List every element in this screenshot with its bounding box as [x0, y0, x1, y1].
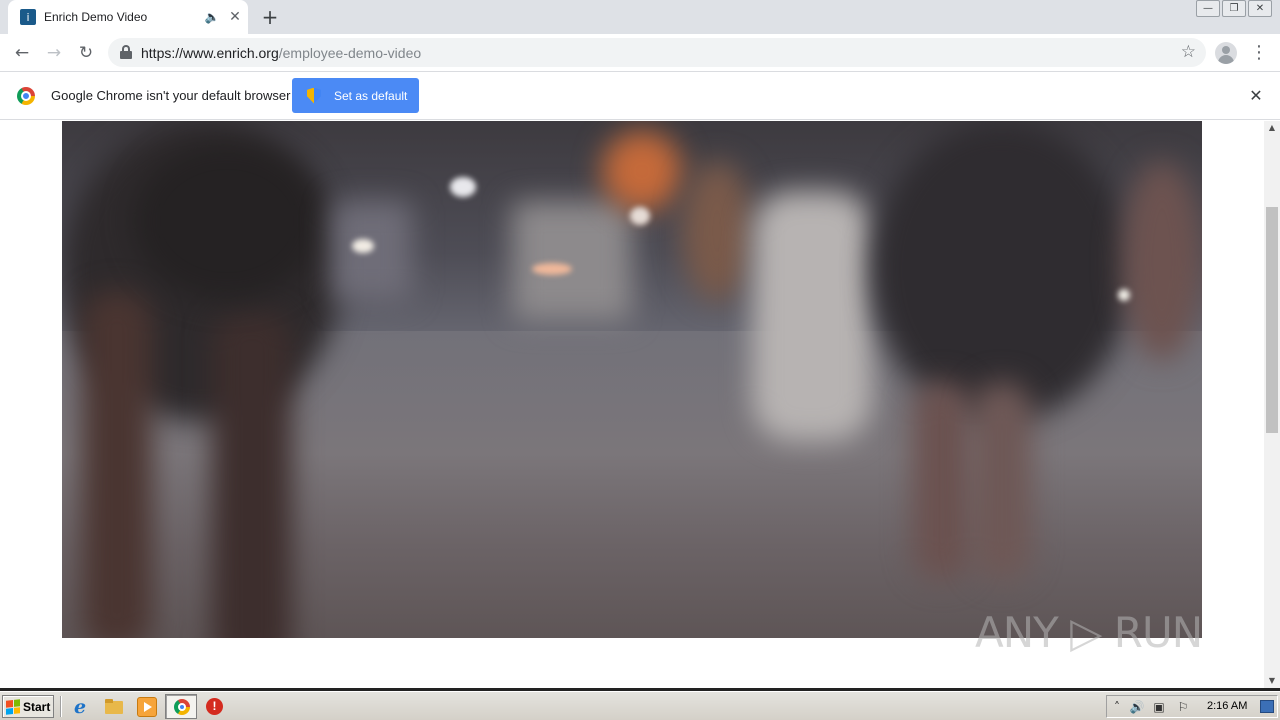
- uac-shield-icon: [307, 88, 321, 104]
- browser-toolbar: ← → ↻ https://www.enrich.org/employee-de…: [0, 34, 1280, 72]
- video-light: [450, 177, 476, 197]
- url-path: /employee-demo-video: [278, 45, 422, 61]
- tab-title: Enrich Demo Video: [44, 10, 148, 24]
- video-light: [1118, 289, 1130, 301]
- video-light: [352, 239, 374, 253]
- chrome-taskbar-button[interactable]: [165, 694, 197, 719]
- windows-logo-icon: [6, 698, 20, 715]
- tab-close-icon[interactable]: ✕: [226, 8, 244, 26]
- video-light: [630, 207, 650, 225]
- set-as-default-button[interactable]: Set as default: [292, 78, 419, 113]
- video-person: [682, 161, 752, 301]
- window-controls: — ❐ ✕: [1196, 0, 1272, 20]
- url-host: https://www.enrich.org: [141, 45, 279, 61]
- video-light: [532, 263, 572, 275]
- start-label: Start: [23, 699, 51, 714]
- video-figure: [132, 141, 322, 301]
- speaker-icon[interactable]: 🔈: [204, 9, 220, 25]
- video-car: [512, 201, 632, 321]
- back-button[interactable]: ←: [9, 40, 35, 66]
- browser-tab[interactable]: i Enrich Demo Video 🔈 ✕: [8, 0, 248, 34]
- taskbar-clock[interactable]: 2:16 AM: [1207, 700, 1247, 712]
- profile-avatar-icon[interactable]: [1215, 42, 1237, 64]
- scroll-down-arrow-icon[interactable]: ▼: [1264, 674, 1280, 688]
- tab-strip: i Enrich Demo Video 🔈 ✕ + — ❐ ✕: [0, 0, 1280, 34]
- show-desktop-icon[interactable]: [1260, 700, 1274, 713]
- lock-icon[interactable]: [120, 45, 132, 59]
- reload-button[interactable]: ↻: [73, 40, 99, 66]
- infobar-message: Google Chrome isn't your default browser: [51, 88, 291, 103]
- video-player[interactable]: [62, 121, 1202, 638]
- forward-button[interactable]: →: [41, 40, 67, 66]
- internet-explorer-icon[interactable]: e: [70, 697, 90, 717]
- flag-icon[interactable]: ⚐: [1175, 699, 1191, 715]
- anyrun-watermark: ANY ▷ RUN: [975, 608, 1203, 657]
- screen: { "browser": { "tab": { "title": "Enrich…: [0, 0, 1280, 720]
- video-figure: [912, 381, 972, 581]
- minimize-button[interactable]: —: [1196, 0, 1220, 17]
- url-text[interactable]: https://www.enrich.org/employee-demo-vid…: [141, 45, 421, 61]
- address-bar[interactable]: https://www.enrich.org/employee-demo-vid…: [108, 38, 1206, 67]
- network-icon[interactable]: ▣: [1151, 699, 1167, 715]
- restore-button[interactable]: ❐: [1222, 0, 1246, 17]
- bookmark-star-icon[interactable]: ☆: [1181, 42, 1196, 62]
- video-figure: [972, 381, 1032, 581]
- video-figure: [212, 311, 292, 638]
- taskbar-separator: [60, 696, 62, 717]
- enrich-favicon-icon: i: [20, 9, 36, 25]
- chevron-up-icon[interactable]: ˄: [1109, 699, 1125, 715]
- start-button[interactable]: Start: [2, 695, 54, 718]
- chrome-menu-icon[interactable]: ⋮: [1250, 40, 1268, 66]
- folder-icon[interactable]: [104, 697, 124, 717]
- new-tab-button[interactable]: +: [258, 5, 282, 29]
- infobar-close-icon[interactable]: ✕: [1246, 84, 1266, 108]
- system-tray: ˄ 🔊 ▣ ⚐ 2:16 AM: [1106, 695, 1278, 718]
- video-figure: [872, 121, 1132, 421]
- video-person: [602, 131, 682, 211]
- chrome-icon: [174, 699, 190, 715]
- stop-icon[interactable]: !: [206, 698, 223, 715]
- scroll-up-arrow-icon[interactable]: ▲: [1264, 121, 1280, 135]
- page-scrollbar[interactable]: ▲ ▼: [1264, 121, 1280, 688]
- video-bag: [752, 191, 872, 441]
- video-figure: [82, 291, 152, 638]
- windows-taskbar: Start e ! ˄ 🔊 ▣ ⚐ 2:16 AM: [0, 691, 1280, 720]
- chrome-logo-icon: [17, 87, 35, 105]
- volume-icon[interactable]: 🔊: [1129, 699, 1145, 715]
- set-as-default-label: Set as default: [334, 88, 408, 103]
- video-car: [332, 201, 412, 301]
- page-content: ANY ▷ RUN: [0, 121, 1264, 688]
- default-browser-infobar: Google Chrome isn't your default browser…: [0, 72, 1280, 120]
- video-figure: [1122, 161, 1202, 361]
- media-player-icon[interactable]: [137, 697, 157, 717]
- scroll-thumb[interactable]: [1266, 207, 1278, 433]
- close-window-button[interactable]: ✕: [1248, 0, 1272, 17]
